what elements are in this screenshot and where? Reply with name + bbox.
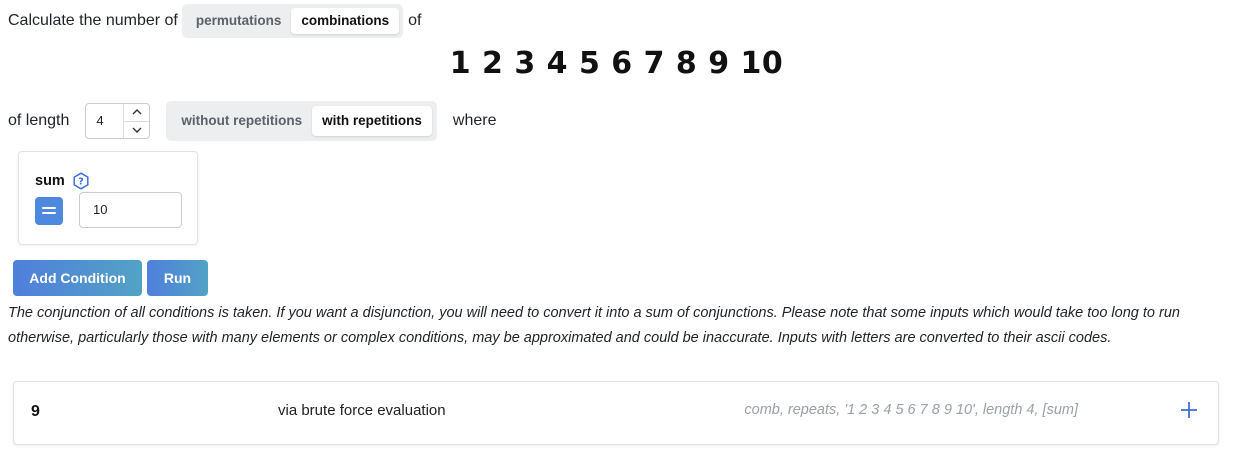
where-label: where xyxy=(452,112,497,129)
length-spinner xyxy=(123,104,150,139)
mode-segmented-control: permutations combinations xyxy=(181,4,404,38)
length-row: of length 4 without repetitions with rep… xyxy=(8,101,496,141)
calc-prefix-label: Calculate the number of xyxy=(8,12,178,29)
condition-card: sum ? 10 xyxy=(18,151,198,245)
condition-value: 10 xyxy=(93,202,108,217)
length-label: of length xyxy=(8,112,70,129)
conjunction-note: The conjunction of all conditions is tak… xyxy=(8,305,1180,346)
calc-suffix-label: of xyxy=(408,12,422,29)
repetition-segmented-control: without repetitions with repetitions xyxy=(166,101,437,141)
mode-combinations-button[interactable]: combinations xyxy=(291,8,400,34)
chevron-down-icon xyxy=(132,127,142,133)
result-method: via brute force evaluation xyxy=(278,402,446,419)
mode-row: Calculate the number of permutations com… xyxy=(8,4,422,38)
condition-value-input[interactable]: 10 xyxy=(79,192,182,228)
with-repetitions-button[interactable]: with repetitions xyxy=(312,106,432,136)
mode-permutations-button[interactable]: permutations xyxy=(186,8,292,34)
length-value: 4 xyxy=(96,113,104,128)
result-count: 9 xyxy=(31,403,40,420)
equals-operator-button[interactable] xyxy=(35,197,63,225)
svg-text:?: ? xyxy=(78,177,84,188)
decrement-button[interactable] xyxy=(124,120,150,139)
question-hexagon-icon[interactable]: ? xyxy=(72,172,90,190)
plus-icon[interactable] xyxy=(1180,401,1198,419)
add-condition-button[interactable]: Add Condition xyxy=(13,260,142,296)
increment-button[interactable] xyxy=(124,104,149,121)
run-button[interactable]: Run xyxy=(147,260,208,296)
length-input[interactable]: 4 xyxy=(85,103,151,139)
condition-label: sum xyxy=(35,173,65,189)
result-meta: comb, repeats, '1 2 3 4 5 6 7 8 9 10', l… xyxy=(744,402,1078,418)
elements-display: 1 2 3 4 5 6 7 8 9 10 xyxy=(449,46,784,81)
without-repetitions-button[interactable]: without repetitions xyxy=(171,106,312,136)
chevron-up-icon xyxy=(132,109,142,115)
result-row[interactable]: 9 via brute force evaluation comb, repea… xyxy=(13,381,1219,445)
